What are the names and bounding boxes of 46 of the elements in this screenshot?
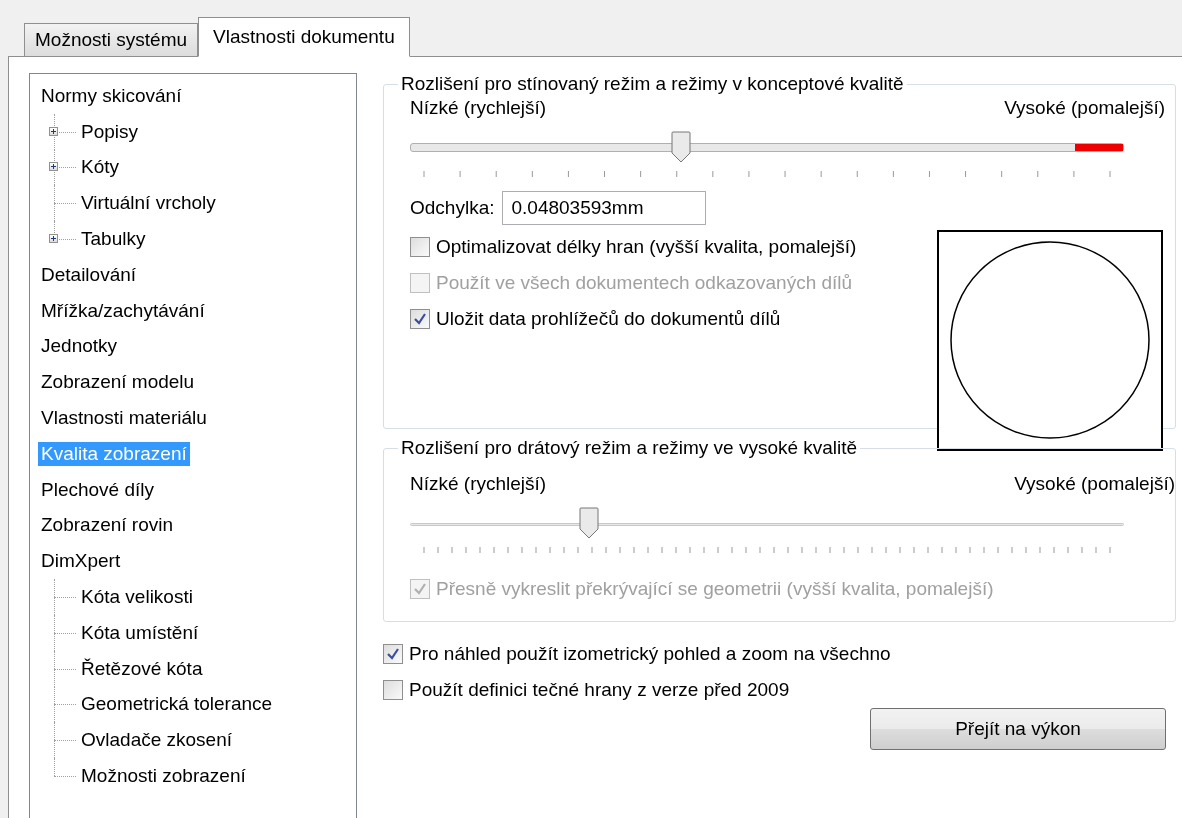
deviation-field[interactable]: 0.04803593mm: [502, 191, 707, 225]
checkbox[interactable]: [383, 680, 403, 700]
tree-item[interactable]: Tabulky: [78, 227, 149, 252]
high-label: Vysoké (pomalejší): [1014, 473, 1175, 495]
tree-item[interactable]: Detailování: [38, 262, 140, 287]
group-title: Rozlišení pro stínovaný režim a režimy v konceptové kvalitě: [400, 73, 905, 95]
tree-item[interactable]: Kóta velikosti: [78, 585, 196, 610]
checkbox[interactable]: [410, 309, 430, 329]
checkbox-label: Použít ve všech dokumentech odkazovaných dílů: [436, 272, 853, 294]
tree-item[interactable]: Řetězové kóta: [78, 656, 206, 681]
slider-thumb[interactable]: [671, 131, 692, 163]
tree-item[interactable]: Zobrazení rovin: [38, 513, 176, 538]
expand-icon[interactable]: [49, 234, 58, 244]
tree-item[interactable]: Ovladače zkosení: [78, 728, 236, 753]
tree-item[interactable]: Kóta umístění: [78, 620, 202, 645]
tree-item[interactable]: Jednotky: [38, 334, 121, 359]
checkbox-label: Optimalizovat délky hran (vyšší kvalita, pomalejší): [436, 236, 857, 258]
tree-item[interactable]: DimXpert: [38, 549, 124, 574]
field-label: Odchylka:: [410, 197, 495, 219]
checkbox-label: Přesně vykreslit překrývající se geometrii (vyšší kvalita, pomalejší): [436, 578, 994, 600]
low-label: Nízké (rychlejší): [410, 473, 547, 495]
expand-icon[interactable]: [49, 162, 58, 172]
tree-item[interactable]: Zobrazení modelu: [38, 370, 198, 395]
checkbox-label: Pro náhled použít izometrický pohled a zoom na všechno: [409, 643, 891, 665]
tree-item[interactable]: Popisy: [78, 119, 142, 144]
slider-thumb[interactable]: [578, 507, 599, 539]
checkbox-label: Uložit data prohlížečů do dokumentů dílů: [436, 308, 781, 330]
tree-item[interactable]: Kóty: [78, 155, 123, 180]
checkbox-label: Použít definici tečné hrany z verze před 2009: [409, 679, 790, 701]
tab[interactable]: Vlastnosti dokumentu: [198, 17, 410, 57]
tree-item[interactable]: Geometrická tolerance: [78, 692, 276, 717]
tree-item[interactable]: Normy skicování: [38, 83, 185, 108]
expand-icon[interactable]: [49, 126, 58, 136]
tab[interactable]: Možnosti systému: [24, 23, 199, 56]
low-label: Nízké (rychlejší): [410, 97, 547, 119]
high-label: Vysoké (pomalejší): [1004, 97, 1165, 119]
tree-item[interactable]: Virtuální vrcholy: [78, 191, 219, 216]
go-to-drawing-button[interactable]: Přejít na výkon: [870, 708, 1166, 750]
tree-item[interactable]: Mřížka/zachytávání: [38, 298, 208, 323]
range-mark: [1075, 144, 1123, 151]
tree-item[interactable]: Plechové díly: [38, 477, 157, 502]
checkbox[interactable]: [383, 644, 403, 664]
checkbox[interactable]: [410, 237, 430, 257]
tree-item[interactable]: Vlastnosti materiálu: [38, 406, 210, 431]
tree-item[interactable]: Možnosti zobrazení: [78, 764, 249, 789]
group-title: Rozlišení pro drátový režim a režimy ve vysoké kvalitě: [400, 437, 859, 459]
